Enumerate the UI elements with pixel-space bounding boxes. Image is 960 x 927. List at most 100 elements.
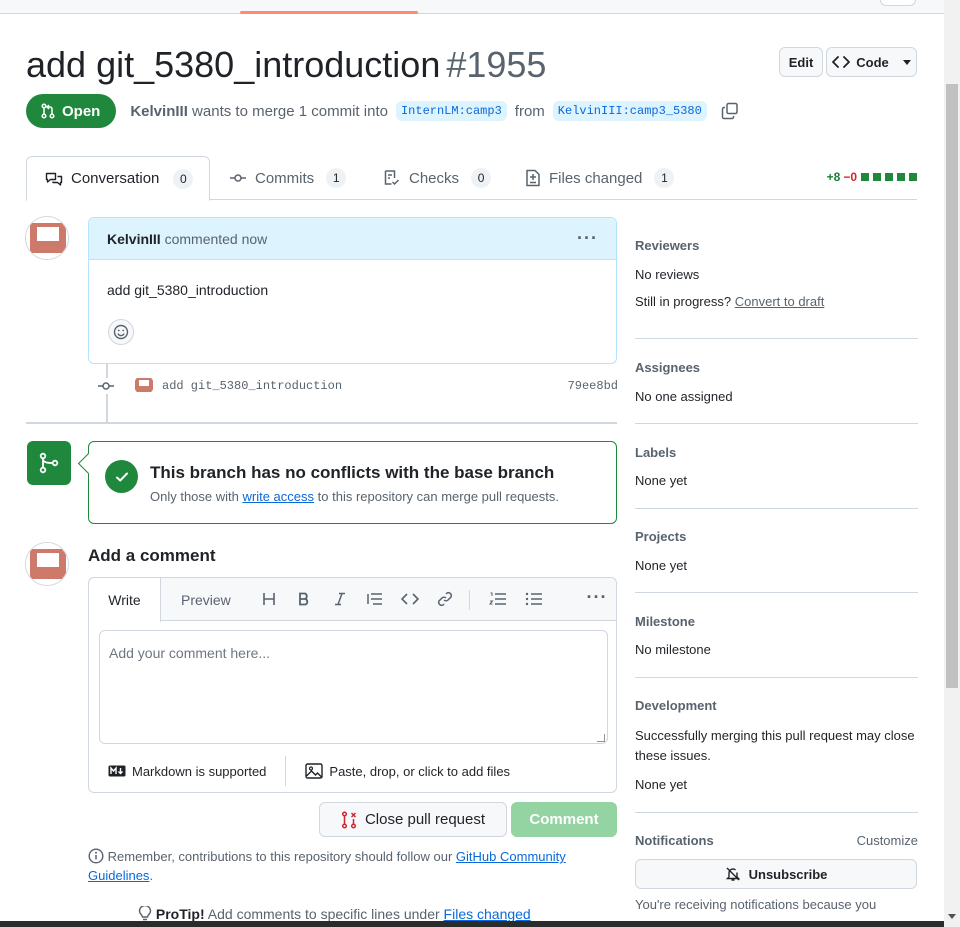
diffstat-block	[861, 173, 869, 181]
tab-commits-label: Commits	[255, 169, 315, 187]
community-guidelines-note: Remember, contributions to this reposito…	[88, 847, 617, 885]
pr-meta: KelvinIII wants to merge 1 commit into	[130, 103, 388, 120]
pr-author-link[interactable]: KelvinIII	[130, 103, 188, 120]
tab-checks-label: Checks	[409, 169, 460, 187]
code-button[interactable]: Code	[826, 47, 917, 77]
edit-button[interactable]: Edit	[779, 47, 823, 77]
markdown-icon	[108, 765, 126, 777]
avatar[interactable]	[25, 216, 69, 260]
files-changed-link[interactable]: Files changed	[444, 906, 531, 922]
merge-status-box: This branch has no conflicts with the ba…	[88, 441, 617, 524]
sidebar-divider	[635, 592, 918, 593]
kebab-horizontal-icon[interactable]: ···	[577, 228, 598, 249]
top-nav-strip	[0, 0, 944, 14]
development-note: Successfully merging this pull request m…	[635, 728, 915, 763]
sidebar-projects: Projects None yet	[635, 529, 918, 573]
labels-title[interactable]: Labels	[635, 445, 918, 460]
comment-body: add git_5380_introduction	[107, 282, 269, 298]
milestone-title[interactable]: Milestone	[635, 614, 918, 629]
active-nav-underline	[240, 11, 418, 14]
scrollbar[interactable]	[944, 0, 960, 927]
tab-conversation-count: 0	[173, 168, 194, 189]
scrollbar-thumb[interactable]	[946, 84, 958, 688]
light-bulb-icon	[138, 904, 152, 921]
italic-icon[interactable]	[330, 589, 350, 609]
ordered-list-icon[interactable]	[488, 589, 508, 609]
code-icon[interactable]	[400, 589, 420, 609]
convert-to-draft-link[interactable]: Convert to draft	[735, 294, 825, 309]
unsubscribe-label: Unsubscribe	[748, 866, 828, 882]
sidebar-divider	[635, 338, 918, 339]
projects-title[interactable]: Projects	[635, 529, 918, 544]
merge-status-subtitle: Only those with write access to this rep…	[150, 489, 559, 504]
avatar[interactable]	[25, 542, 69, 586]
diffstat[interactable]: +8 −0	[827, 170, 917, 184]
pull-request-icon	[41, 103, 55, 119]
git-pull-request-closed-icon	[341, 810, 357, 829]
status-label: Open	[62, 102, 101, 120]
copy-icon[interactable]	[721, 102, 739, 120]
head-branch[interactable]: KelvinIII:camp3_5380	[552, 101, 707, 121]
diffstat-block	[885, 173, 893, 181]
git-merge-icon	[27, 441, 71, 485]
commit-message[interactable]: add git_5380_introduction	[162, 379, 342, 393]
close-pull-request-button[interactable]: Close pull request	[319, 802, 507, 837]
scroll-down-arrow[interactable]	[948, 914, 956, 919]
timeline-divider	[26, 422, 617, 424]
write-access-link[interactable]: write access	[243, 489, 315, 504]
merge-sub-suffix: to this repository can merge pull reques…	[317, 489, 559, 504]
development-value: None yet	[635, 777, 688, 792]
attach-files[interactable]: Paste, drop, or click to add files	[286, 756, 529, 786]
tab-conversation[interactable]: Conversation 0	[26, 156, 210, 201]
image-icon	[305, 763, 324, 779]
base-branch[interactable]: InternLM:camp3	[395, 101, 507, 121]
tab-preview[interactable]: Preview	[181, 578, 231, 621]
unsubscribe-button[interactable]: Unsubscribe	[635, 859, 917, 889]
comment-submit-button[interactable]: Comment	[511, 802, 617, 837]
code-icon	[832, 56, 851, 68]
top-right-button-edge[interactable]	[880, 0, 916, 6]
toolbar-divider	[469, 590, 470, 610]
tab-files-changed-count: 1	[654, 168, 675, 188]
chevron-down-icon	[902, 59, 911, 65]
commit-author-avatar[interactable]	[134, 375, 154, 395]
add-reaction-button[interactable]	[108, 319, 134, 345]
tab-commits[interactable]: Commits 1	[229, 156, 347, 200]
kebab-horizontal-icon[interactable]: ···	[585, 587, 609, 607]
sidebar-divider	[635, 423, 918, 424]
markdown-note: Markdown is supported	[132, 763, 267, 779]
sidebar-labels: Labels None yet	[635, 445, 918, 488]
bell-slash-icon	[725, 867, 740, 881]
pr-tabs: Conversation 0 Commits 1 Checks 0 Files …	[26, 156, 917, 201]
comment-box: KelvinIII commented now ··· add git_5380…	[88, 217, 617, 364]
checklist-icon	[384, 170, 400, 186]
tab-write[interactable]: Write	[89, 578, 161, 622]
smiley-icon	[113, 324, 129, 340]
protip: ProTip! Add comments to specific lines u…	[138, 904, 531, 922]
add-comment-title: Add a comment	[88, 546, 216, 565]
code-button-label: Code	[856, 54, 889, 70]
git-commit-icon	[98, 378, 114, 394]
resize-grip[interactable]	[597, 734, 605, 742]
attach-note: Paste, drop, or click to add files	[329, 763, 511, 779]
draft-row: Still in progress? Convert to draft	[635, 294, 918, 309]
comment-textarea[interactable]: Add your comment here...	[99, 630, 608, 744]
reviewers-title[interactable]: Reviewers	[635, 238, 918, 253]
link-icon[interactable]	[435, 589, 455, 609]
heading-icon[interactable]	[259, 589, 279, 609]
quote-icon[interactable]	[365, 589, 385, 609]
comment-author[interactable]: KelvinIII	[107, 231, 161, 247]
tab-checks[interactable]: Checks 0	[383, 156, 492, 200]
bottom-edge	[0, 921, 944, 927]
markdown-supported[interactable]: Markdown is supported	[89, 756, 285, 786]
tab-files-changed[interactable]: Files changed 1	[525, 156, 675, 200]
projects-value: None yet	[635, 558, 688, 573]
development-title[interactable]: Development	[635, 698, 918, 713]
customize-link[interactable]: Customize	[857, 833, 918, 848]
assignees-title[interactable]: Assignees	[635, 360, 918, 375]
unordered-list-icon[interactable]	[524, 589, 544, 609]
sidebar-divider	[635, 508, 918, 509]
bold-icon[interactable]	[294, 589, 314, 609]
tab-commits-count: 1	[326, 168, 347, 188]
commit-sha[interactable]: 79ee8bd	[568, 379, 618, 393]
